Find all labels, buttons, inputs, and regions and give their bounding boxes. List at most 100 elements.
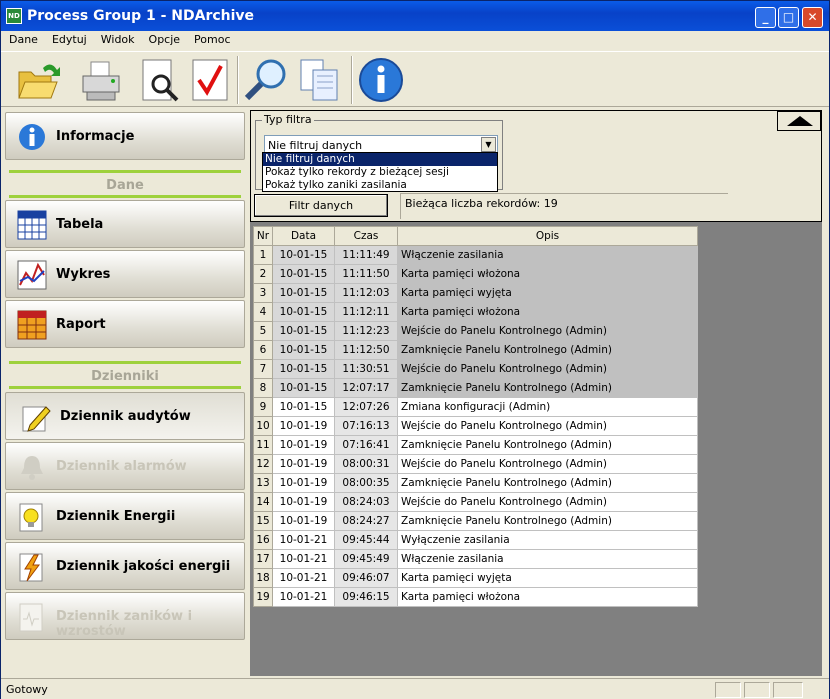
open-folder-icon[interactable] bbox=[13, 56, 61, 104]
table-row[interactable]: 17 10-01-21 09:45:49 Włączenie zasilania bbox=[253, 549, 698, 569]
filter-option[interactable]: Nie filtruj danych bbox=[263, 153, 497, 166]
sidebar-item-label: Dziennik zaników i wzrostów bbox=[56, 609, 193, 639]
column-header-opis[interactable]: Opis bbox=[397, 226, 698, 246]
cell-time: 11:12:23 bbox=[334, 321, 398, 341]
menu-opcje[interactable]: Opcje bbox=[141, 31, 187, 46]
column-header-data[interactable]: Data bbox=[272, 226, 335, 246]
check-icon[interactable] bbox=[187, 56, 235, 104]
cell-date: 10-01-21 bbox=[272, 568, 335, 588]
table-row[interactable]: 13 10-01-19 08:00:35 Zamknięcie Panelu Kont… bbox=[253, 473, 698, 493]
sidebar-item-label: Tabela bbox=[56, 217, 104, 232]
cell-time: 09:45:44 bbox=[334, 530, 398, 550]
menu-bar: Dane Edytuj Widok Opcje Pomoc bbox=[1, 31, 829, 50]
cell-time: 12:07:17 bbox=[334, 378, 398, 398]
row-number: 8 bbox=[253, 378, 273, 398]
table-row[interactable]: 14 10-01-19 08:24:03 Wejście do Panelu Kont… bbox=[253, 492, 698, 512]
cell-time: 11:11:50 bbox=[334, 264, 398, 284]
cell-time: 08:00:35 bbox=[334, 473, 398, 493]
table-row[interactable]: 15 10-01-19 08:24:27 Zamknięcie Panelu Kont… bbox=[253, 511, 698, 531]
row-number: 14 bbox=[253, 492, 273, 512]
filter-data-button[interactable]: Filtr danych bbox=[254, 194, 388, 217]
table-row[interactable]: 12 10-01-19 08:00:31 Wejście do Panelu Kont… bbox=[253, 454, 698, 474]
sidebar-item-dziennik-alarmow[interactable]: Dziennik alarmów bbox=[5, 442, 245, 490]
table-row[interactable]: 19 10-01-21 09:46:15 Karta pamięci włożona bbox=[253, 587, 698, 607]
cell-description: Zamknięcie Panelu Kontrolnego (Admin) bbox=[397, 435, 698, 455]
menu-widok[interactable]: Widok bbox=[93, 31, 141, 46]
minimize-button[interactable]: _ bbox=[755, 7, 776, 28]
cell-time: 07:16:13 bbox=[334, 416, 398, 436]
menu-pomoc[interactable]: Pomoc bbox=[186, 31, 236, 46]
table-row[interactable]: 5 10-01-15 11:12:23 Wejście do Panelu Kontr… bbox=[253, 321, 698, 341]
filter-option[interactable]: Pokaż tylko rekordy z bieżącej sesji bbox=[263, 166, 497, 179]
table-row[interactable]: 18 10-01-21 09:46:07 Karta pamięci wyjęta bbox=[253, 568, 698, 588]
table-row[interactable]: 3 10-01-15 11:12:03 Karta pamięci wyjęta bbox=[253, 283, 698, 303]
arrow-up-icon bbox=[787, 116, 813, 126]
info-icon[interactable] bbox=[357, 56, 405, 104]
table-row[interactable]: 1 10-01-15 11:11:49 Włączenie zasilania bbox=[253, 245, 698, 265]
row-number: 5 bbox=[253, 321, 273, 341]
cell-time: 12:07:26 bbox=[334, 397, 398, 417]
sidebar-item-dziennik-audytow[interactable]: Dziennik audytów bbox=[5, 392, 245, 440]
sidebar-item-label: Dziennik jakości energii bbox=[56, 559, 231, 574]
table-row[interactable]: 4 10-01-15 11:12:11 Karta pamięci włożona bbox=[253, 302, 698, 322]
cell-date: 10-01-15 bbox=[272, 245, 335, 265]
search-icon[interactable] bbox=[243, 56, 291, 104]
row-number: 7 bbox=[253, 359, 273, 379]
sidebar-item-tabela[interactable]: Tabela bbox=[5, 200, 245, 248]
table-row[interactable]: 7 10-01-15 11:30:51 Wejście do Panelu Kontr… bbox=[253, 359, 698, 379]
cell-description: Wejście do Panelu Kontrolnego (Admin) bbox=[397, 416, 698, 436]
close-button[interactable]: ✕ bbox=[802, 7, 823, 28]
cell-date: 10-01-19 bbox=[272, 511, 335, 531]
table-row[interactable]: 2 10-01-15 11:11:50 Karta pamięci włożona bbox=[253, 264, 698, 284]
print-preview-icon[interactable] bbox=[137, 56, 185, 104]
chevron-down-icon[interactable]: ▼ bbox=[481, 137, 496, 152]
status-text: Gotowy bbox=[6, 683, 48, 696]
sidebar-item-dziennik-energii[interactable]: Dziennik Energii bbox=[5, 492, 245, 540]
table-row[interactable]: 16 10-01-21 09:45:44 Wyłączenie zasilania bbox=[253, 530, 698, 550]
collapse-panel-button[interactable] bbox=[777, 111, 821, 131]
sidebar-item-dziennik-zanikow[interactable]: Dziennik zaników i wzrostów bbox=[5, 592, 245, 640]
cell-date: 10-01-19 bbox=[272, 416, 335, 436]
cell-time: 08:24:27 bbox=[334, 511, 398, 531]
menu-dane[interactable]: Dane bbox=[1, 31, 44, 46]
row-number: 12 bbox=[253, 454, 273, 474]
column-header-czas[interactable]: Czas bbox=[334, 226, 398, 246]
cell-date: 10-01-15 bbox=[272, 302, 335, 322]
title-bar[interactable]: ND Process Group 1 - NDArchive _ □ ✕ bbox=[1, 1, 829, 31]
column-header-nr[interactable]: Nr bbox=[253, 226, 273, 246]
lightning-icon bbox=[19, 553, 43, 582]
table-row[interactable]: 8 10-01-15 12:07:17 Zamknięcie Panelu Kontr… bbox=[253, 378, 698, 398]
row-number: 1 bbox=[253, 245, 273, 265]
sidebar-item-informacje[interactable]: Informacje bbox=[5, 112, 245, 160]
cell-time: 11:12:50 bbox=[334, 340, 398, 360]
cell-description: Zamknięcie Panelu Kontrolnego (Admin) bbox=[397, 511, 698, 531]
row-number: 9 bbox=[253, 397, 273, 417]
cell-date: 10-01-15 bbox=[272, 340, 335, 360]
cell-time: 08:24:03 bbox=[334, 492, 398, 512]
filter-option[interactable]: Pokaż tylko zaniki zasilania bbox=[263, 179, 497, 192]
chart-icon bbox=[17, 260, 47, 290]
copy-icon[interactable] bbox=[297, 56, 345, 104]
sidebar-item-dziennik-jakosci-energii[interactable]: Dziennik jakości energii bbox=[5, 542, 245, 590]
cell-time: 08:00:31 bbox=[334, 454, 398, 474]
table-row[interactable]: 9 10-01-15 12:07:26 Zmiana konfiguracji (Ad… bbox=[253, 397, 698, 417]
sidebar-item-raport[interactable]: Raport bbox=[5, 300, 245, 348]
cell-date: 10-01-15 bbox=[272, 283, 335, 303]
sidebar-item-label: Wykres bbox=[56, 267, 111, 282]
report-icon bbox=[17, 310, 47, 340]
menu-edytuj[interactable]: Edytuj bbox=[44, 31, 93, 46]
cell-time: 09:46:07 bbox=[334, 568, 398, 588]
sidebar-item-wykres[interactable]: Wykres bbox=[5, 250, 245, 298]
filter-type-value: Nie filtruj danych bbox=[268, 139, 363, 152]
records-table: Nr Data Czas Opis 1 10-01-15 11:11:49 Włącz… bbox=[253, 226, 698, 607]
table-row[interactable]: 6 10-01-15 11:12:50 Zamknięcie Panelu Kontr… bbox=[253, 340, 698, 360]
cell-description: Wejście do Panelu Kontrolnego (Admin) bbox=[397, 492, 698, 512]
table-row[interactable]: 10 10-01-19 07:16:13 Wejście do Panelu Kont… bbox=[253, 416, 698, 436]
cell-description: Karta pamięci wyjęta bbox=[397, 568, 698, 588]
print-icon[interactable] bbox=[77, 56, 125, 104]
table-row[interactable]: 11 10-01-19 07:16:41 Zamknięcie Panelu Kont… bbox=[253, 435, 698, 455]
cell-date: 10-01-19 bbox=[272, 473, 335, 493]
row-number: 2 bbox=[253, 264, 273, 284]
bell-icon bbox=[21, 456, 43, 480]
maximize-button[interactable]: □ bbox=[778, 7, 799, 28]
